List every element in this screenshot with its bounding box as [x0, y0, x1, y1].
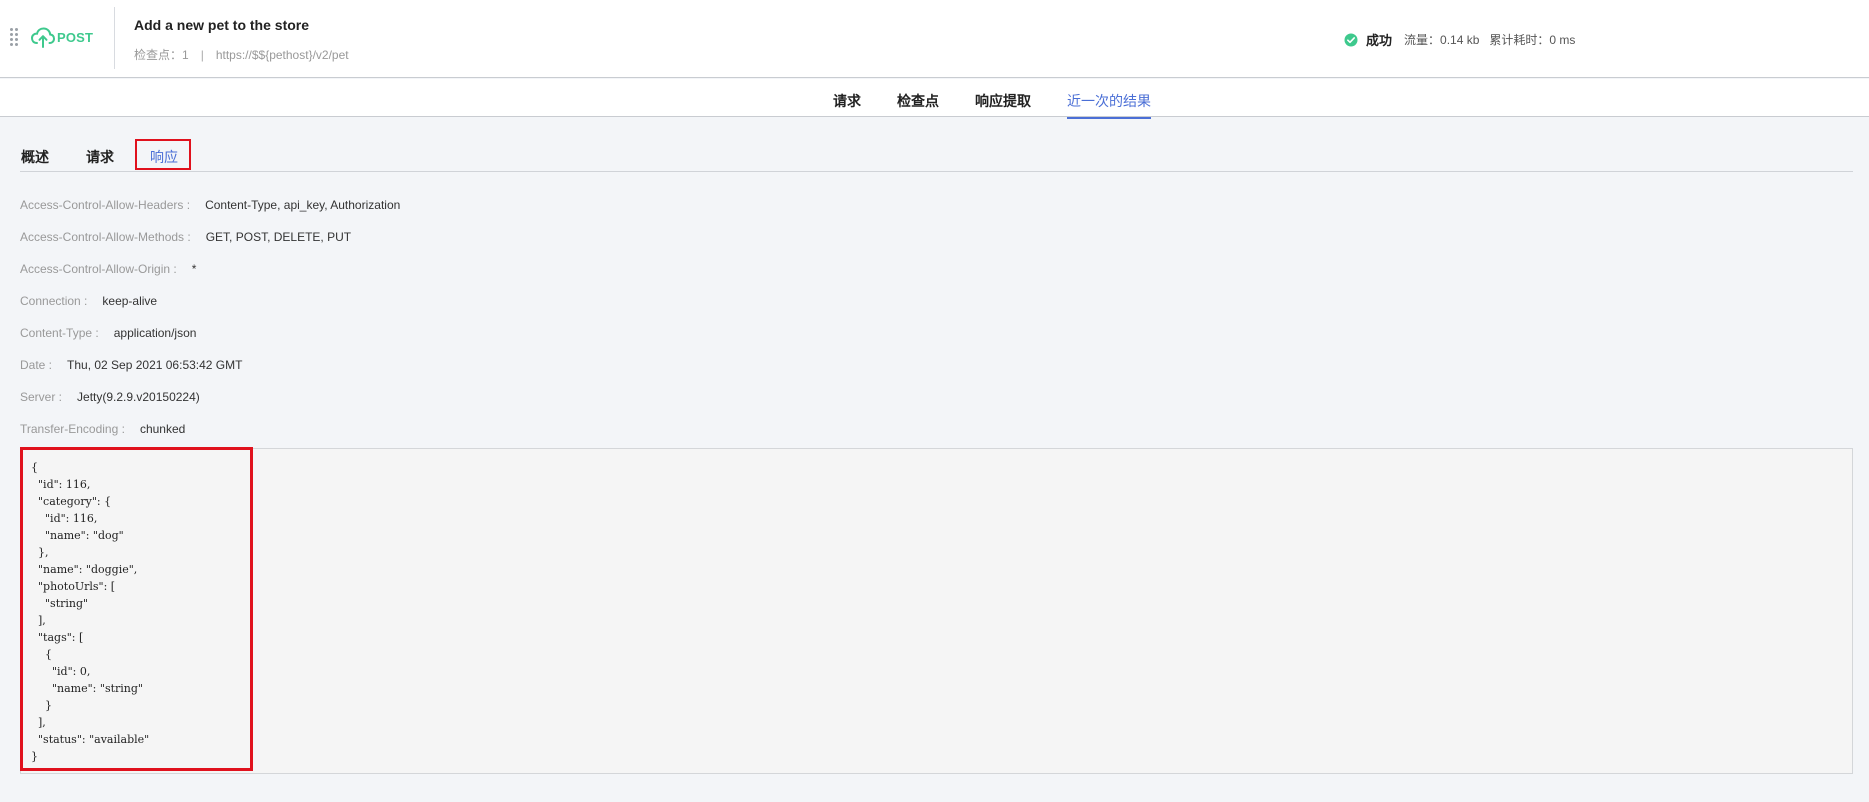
header-value: Thu, 02 Sep 2021 06:53:42 GMT — [67, 358, 243, 372]
success-check-icon — [1344, 33, 1358, 46]
response-header-row: Connection : keep-alive — [20, 294, 157, 308]
header-divider — [114, 7, 115, 69]
response-header-row: Content-Type : application/json — [20, 326, 196, 340]
response-header-row: Access-Control-Allow-Headers : Content-T… — [20, 198, 400, 212]
result-sub-tabs: 概述 请求 响应 — [20, 139, 1853, 172]
response-header-row: Access-Control-Allow-Methods : GET, POST… — [20, 230, 351, 244]
tab-request[interactable]: 请求 — [833, 91, 861, 117]
time-label: 累计耗时： — [1489, 33, 1550, 47]
run-status: 成功 流量： 0.14 kb 累计耗时： 0 ms — [1344, 30, 1585, 49]
header-value: chunked — [139, 422, 186, 436]
header-key: Access-Control-Allow-Headers : — [20, 198, 191, 212]
header-key: Access-Control-Allow-Origin : — [20, 262, 177, 276]
tab-response-extract[interactable]: 响应提取 — [975, 91, 1031, 117]
method-badge: POST — [30, 22, 93, 52]
header-key: Connection : — [20, 294, 88, 308]
time-value: 0 ms — [1549, 32, 1576, 47]
api-title: Add a new pet to the store — [134, 17, 310, 33]
traffic-label: 流量： — [1404, 33, 1441, 47]
checkpoint-label: 检查点： — [134, 48, 183, 62]
response-body-highlight — [20, 447, 253, 771]
header-value: * — [191, 262, 197, 276]
subtab-request[interactable]: 请求 — [86, 147, 114, 167]
api-meta: 检查点： 1 | https://$${pethost}/v2/pet — [134, 46, 349, 63]
checkpoint-count: 1 — [182, 47, 189, 62]
header-key: Transfer-Encoding : — [20, 422, 125, 436]
meta-separator: | — [200, 47, 204, 62]
api-header: POST Add a new pet to the store 检查点： 1 |… — [0, 0, 1869, 78]
tab-last-result[interactable]: 近一次的结果 — [1067, 91, 1151, 119]
header-value: application/json — [113, 326, 197, 340]
response-header-row: Server : Jetty(9.2.9.v20150224) — [20, 390, 200, 404]
api-url: https://$${pethost}/v2/pet — [215, 47, 349, 62]
header-value: Content-Type, api_key, Authorization — [205, 198, 401, 212]
response-header-row: Access-Control-Allow-Origin : * — [20, 262, 196, 276]
header-value: keep-alive — [102, 294, 158, 308]
cloud-upload-icon — [30, 27, 56, 48]
header-value: GET, POST, DELETE, PUT — [205, 230, 352, 244]
header-value: Jetty(9.2.9.v20150224) — [77, 390, 200, 404]
traffic-value: 0.14 kb — [1440, 32, 1480, 47]
header-key: Access-Control-Allow-Methods : — [20, 230, 191, 244]
subtab-overview[interactable]: 概述 — [21, 147, 49, 167]
header-key: Content-Type : — [20, 326, 99, 340]
drag-handle-icon[interactable] — [10, 28, 20, 46]
response-body-panel[interactable] — [20, 448, 1853, 774]
method-label: POST — [57, 29, 94, 45]
response-header-row: Transfer-Encoding : chunked — [20, 422, 185, 436]
response-header-row: Date : Thu, 02 Sep 2021 06:53:42 GMT — [20, 358, 242, 372]
response-tab-highlight — [135, 139, 191, 170]
status-text: 成功 — [1366, 33, 1393, 48]
top-tab-bar: 请求 检查点 响应提取 近一次的结果 — [0, 79, 1869, 119]
header-key: Date : — [20, 358, 53, 372]
header-key: Server : — [20, 390, 63, 404]
tab-checkpoints[interactable]: 检查点 — [897, 91, 939, 117]
